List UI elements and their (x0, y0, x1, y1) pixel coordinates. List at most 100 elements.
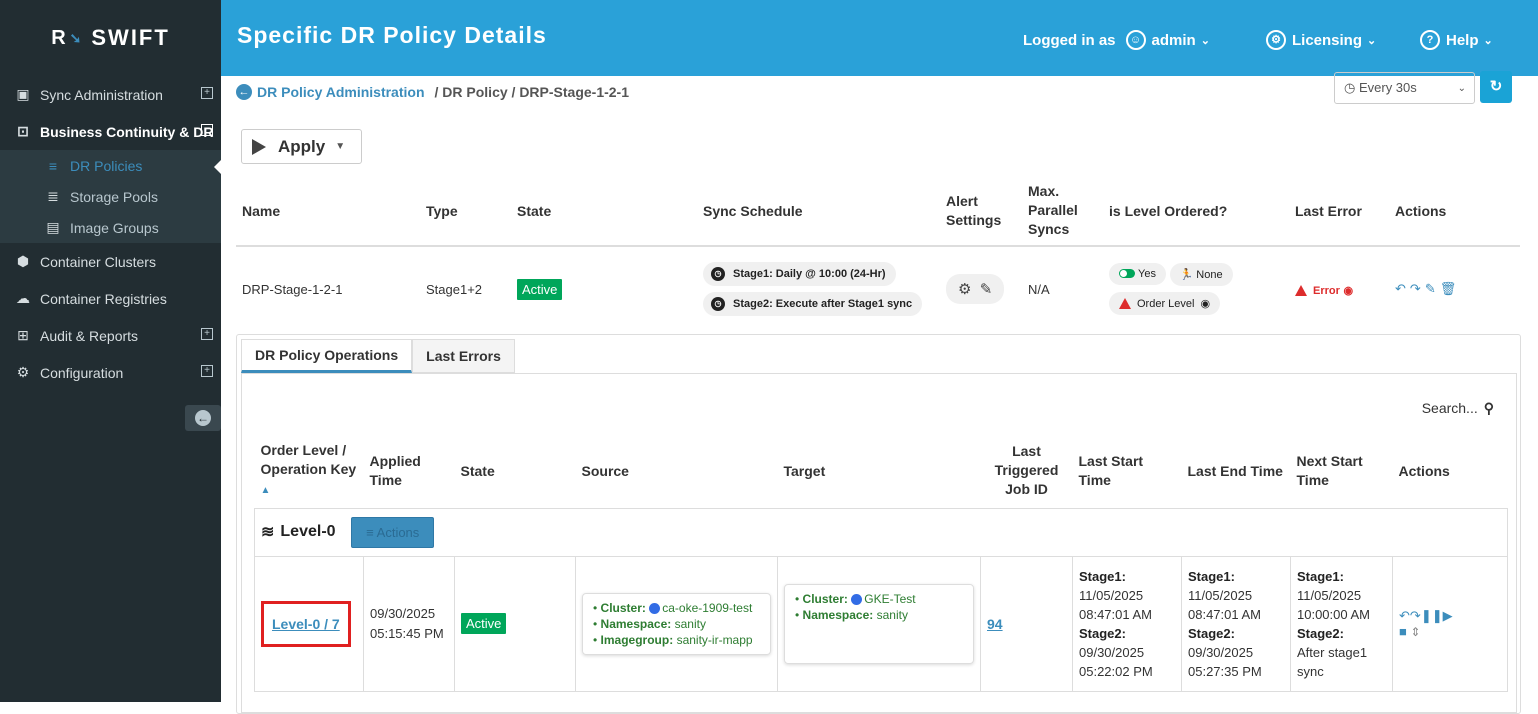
sidebar-item-label: Image Groups (70, 219, 159, 236)
col-type[interactable]: Type (420, 176, 511, 247)
undo-icon[interactable]: ↶ (1399, 608, 1410, 623)
sidebar-item-container-registries[interactable]: ☁ Container Registries (0, 280, 221, 317)
col-level-ordered[interactable]: is Level Ordered? (1103, 176, 1289, 247)
stage-time: 05:22:02 PM (1079, 663, 1153, 679)
job-id-cell: 94 (980, 555, 1073, 692)
col-last-triggered-job[interactable]: Last Triggered Job ID (981, 434, 1073, 508)
edit-icon[interactable]: ✎ (1425, 281, 1440, 296)
trash-icon[interactable]: 🗑 (1440, 281, 1461, 296)
status-badge: Active (517, 278, 563, 300)
stage-label: Stage1: (1079, 568, 1126, 584)
tab-dr-policy-operations[interactable]: DR Policy Operations (241, 339, 413, 373)
sidebar-item-label: Configuration (40, 364, 124, 381)
tab-last-errors[interactable]: Last Errors (412, 339, 515, 373)
job-id-link[interactable]: 94 (987, 616, 1003, 632)
level-actions-button[interactable]: ≡ Actions (351, 516, 435, 548)
redo-icon[interactable]: ↷ (1410, 608, 1421, 623)
col-last-start-time[interactable]: Last Start Time (1073, 434, 1182, 508)
header-line: Last (1012, 443, 1041, 460)
order-level-pill[interactable]: Order Level ◉ (1109, 292, 1221, 316)
eye-icon[interactable]: ◉ (1200, 297, 1210, 310)
col-last-error[interactable]: Last Error (1289, 176, 1389, 247)
search-icon: ⚲ (1483, 400, 1494, 416)
target-cluster: • Cluster: GKE-Test (795, 591, 916, 606)
sidebar-item-configuration[interactable]: ⚙ Configuration + (0, 354, 221, 391)
sidebar-collapse-button[interactable]: ← (185, 405, 221, 431)
policy-state-cell: Active (511, 246, 697, 331)
stage-label: Stage1: (1188, 568, 1235, 584)
stage-text: sync (1297, 663, 1324, 679)
toggle-on-icon[interactable] (1119, 269, 1135, 279)
eye-icon[interactable]: ◉ (1344, 285, 1354, 297)
col-state[interactable]: State (511, 176, 697, 247)
user-menu[interactable]: Logged in as ☺ admin ⌄ (1023, 30, 1210, 50)
play-circle-icon[interactable]: ▶ (1443, 608, 1453, 623)
sidebar-item-dr-policies[interactable]: ≡ DR Policies (0, 150, 221, 181)
collapse-icon[interactable]: − (201, 124, 213, 136)
apply-button[interactable]: Apply ▼ (241, 129, 362, 164)
refresh-button[interactable]: ↻ (1480, 71, 1512, 103)
pencil-icon[interactable]: ✎ (980, 280, 993, 298)
col-actions: Actions (1398, 462, 1450, 479)
alert-settings-pill: ⚙ ✎ (946, 274, 1005, 304)
clock-icon: ◷ (1344, 80, 1356, 95)
refresh-interval-select[interactable]: ◷ Every 30s ⌄ (1334, 72, 1475, 104)
expand-icon[interactable]: + (201, 87, 213, 99)
col-target[interactable]: Target (778, 434, 981, 508)
expand-icon[interactable]: + (201, 328, 213, 340)
col-last-end-time[interactable]: Last End Time (1182, 434, 1291, 508)
stage-label: Stage2: (1079, 625, 1126, 641)
sidebar-item-sync-administration[interactable]: ▣ Sync Administration + (0, 76, 221, 113)
col-alert-settings[interactable]: Alert Settings (940, 176, 1022, 247)
sort-icon[interactable]: ⇕ (1410, 625, 1420, 639)
col-actions: Actions (1389, 176, 1520, 247)
stage-date: 09/30/2025 (1188, 644, 1254, 660)
app-logo[interactable]: R ➘ SWIFT (0, 0, 221, 76)
schedule-text: Stage1: Daily @ 10:00 (24-Hr) (733, 268, 886, 280)
clock-icon: ◷ (711, 297, 725, 311)
tab-content: Search... ⚲ Order Level / Operation Key ▲ A… (241, 373, 1517, 713)
back-arrow-icon[interactable]: ← (236, 84, 252, 100)
operation-actions: ↶↷❚❚▶ ■ ⇕ (1392, 555, 1508, 692)
gear-icon[interactable]: ⚙ (958, 280, 971, 298)
header-line: Parallel (1028, 202, 1078, 218)
sort-asc-icon: ▲ (260, 485, 271, 497)
breadcrumb-root-link[interactable]: DR Policy Administration (257, 84, 425, 100)
col-sync-schedule[interactable]: Sync Schedule (697, 176, 940, 247)
level-group-cell: ≋ Level-0 ≡ Actions (254, 507, 1508, 557)
sidebar-item-label: Business Continuity & DR (40, 123, 214, 140)
username: admin (1151, 31, 1196, 49)
sidebar-item-container-clusters[interactable]: ⬢ Container Clusters (0, 243, 221, 280)
sidebar-item-storage-pools[interactable]: ≣ Storage Pools (0, 181, 221, 212)
col-max-parallel-syncs[interactable]: Max. Parallel Syncs (1022, 176, 1103, 247)
help-menu[interactable]: ? Help ⌄ (1420, 30, 1493, 50)
sidebar-item-audit-reports[interactable]: ⊞ Audit & Reports + (0, 317, 221, 354)
col-next-start-time[interactable]: Next Start Time (1291, 434, 1393, 508)
field-key: Namespace: (802, 607, 874, 622)
sidebar-item-business-continuity[interactable]: ⊡ Business Continuity & DR − (0, 113, 221, 150)
kubernetes-icon (649, 602, 661, 614)
source-cell: • Cluster: ca-oke-1909-test • Namespace:… (575, 555, 778, 692)
col-state[interactable]: State (455, 434, 576, 508)
col-source[interactable]: Source (576, 434, 778, 508)
licensing-menu[interactable]: ⚙ Licensing ⌄ (1266, 30, 1376, 50)
undo-icon[interactable]: ↶ (1395, 281, 1410, 296)
chevron-down-icon: ⌄ (1200, 34, 1210, 47)
sidebar-item-image-groups[interactable]: ▤ Image Groups (0, 212, 221, 243)
sidebar-item-label: Storage Pools (70, 188, 158, 205)
stop-icon[interactable]: ■ (1399, 624, 1407, 639)
level-yes-pill: Yes (1109, 262, 1166, 285)
redo-icon[interactable]: ↷ (1410, 281, 1425, 296)
expand-icon[interactable]: + (201, 365, 213, 377)
pause-icon[interactable]: ❚❚ (1421, 608, 1443, 623)
header-line: Operation Key (260, 461, 357, 478)
search-box[interactable]: Search... ⚲ (1422, 400, 1494, 417)
operation-key-link[interactable]: Level-0 / 7 (272, 616, 340, 632)
col-order-level[interactable]: Order Level / Operation Key ▲ (255, 434, 364, 508)
col-applied-time[interactable]: Applied Time (364, 434, 455, 508)
stage-time: 08:47:01 AM (1188, 606, 1261, 622)
chevron-down-icon: ⌄ (1457, 82, 1466, 94)
field-value: ca-oke-1909-test (662, 600, 753, 615)
field-key: Imagegroup: (600, 632, 674, 647)
col-name[interactable]: Name (236, 176, 420, 247)
